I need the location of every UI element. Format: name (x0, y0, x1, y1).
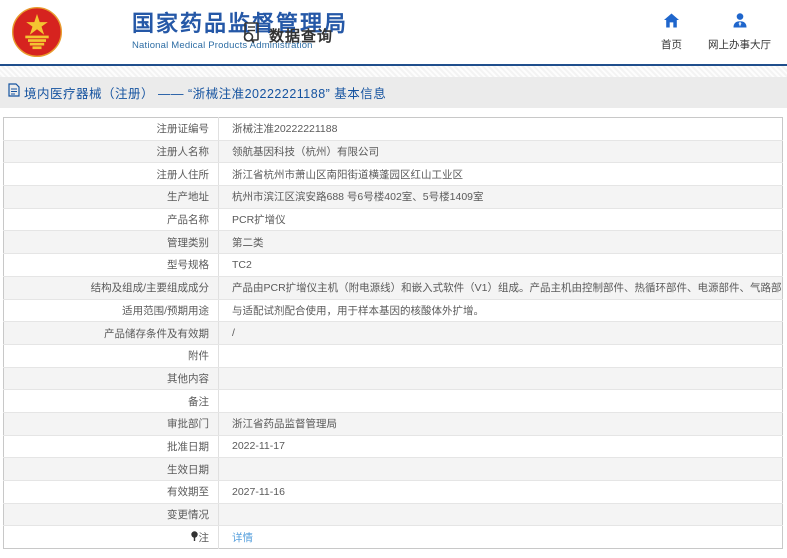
row-value (218, 457, 783, 481)
row-label: 结构及组成/主要组成成分 (3, 276, 219, 300)
row-label: 生产地址 (3, 185, 219, 209)
row-label: 型号规格 (3, 253, 219, 277)
table-row: 产品名称 PCR扩增仪 (3, 208, 783, 232)
row-value (218, 503, 783, 527)
top-nav: 首页 网上办事大厅 (661, 13, 771, 52)
row-label: 适用范围/预期用途 (3, 299, 219, 323)
registration-info-table: 注册证编号 浙械注准20222221188 注册人名称 领航基因科技（杭州）有限… (3, 117, 783, 550)
row-value: 浙械注准20222221188 (218, 117, 783, 141)
nav-item-home[interactable]: 首页 (661, 13, 682, 52)
table-row: 附件 (3, 344, 783, 368)
row-value (218, 389, 783, 413)
page-title: 境内医疗器械（注册） —— “浙械注准20222221188” 基本信息 (24, 87, 387, 101)
row-label: 备注 (3, 389, 219, 413)
row-value (218, 344, 783, 368)
row-label: 生效日期 (3, 457, 219, 481)
row-label: 审批部门 (3, 412, 219, 436)
table-row: 备注 (3, 389, 783, 413)
hatch-strip (0, 66, 787, 77)
row-value: / (218, 321, 783, 345)
row-value: 领航基因科技（杭州）有限公司 (218, 140, 783, 164)
row-value: 2022-11-17 (218, 435, 783, 459)
data-query-section[interactable]: 数据查询 (241, 21, 333, 49)
breadcrumb: 境内医疗器械（注册） —— “浙械注准20222221188” 基本信息 (0, 77, 787, 108)
row-value: 第二类 (218, 230, 783, 255)
row-value: 与适配试剂配合使用，用于样本基因的核酸体外扩增。 (218, 299, 783, 323)
row-value: 浙江省药品监督管理局 (218, 412, 783, 436)
row-label: 产品名称 (3, 208, 219, 232)
row-label: 管理类别 (3, 230, 219, 255)
row-value: TC2 (218, 253, 783, 277)
row-value: 产品由PCR扩增仪主机（附电源线）和嵌入式软件（V1）组成。产品主机由控制部件、… (218, 276, 783, 300)
user-icon (732, 13, 748, 33)
table-row: 型号规格 TC2 (3, 253, 783, 277)
national-emblem-logo (10, 5, 64, 59)
table-row: 生效日期 (3, 457, 783, 481)
table-row: 生产地址 杭州市滨江区滨安路688 号6号楼402室、5号楼1409室 (3, 185, 783, 209)
table-row: 审批部门 浙江省药品监督管理局 (3, 412, 783, 436)
row-value: 2027-11-16 (218, 480, 783, 504)
row-value (218, 367, 783, 391)
row-label: 有效期至 (3, 480, 219, 504)
table-row: 注册人住所 浙江省杭州市萧山区南阳街道横蓬园区红山工业区 (3, 162, 783, 187)
table-row: 注册证编号 浙械注准20222221188 (3, 117, 783, 141)
table-row: 注 详情 (3, 525, 783, 549)
page-header: 国家药品监督管理局 National Medical Products Admi… (0, 0, 787, 64)
nav-item-service-hall[interactable]: 网上办事大厅 (708, 13, 771, 52)
table-row: 结构及组成/主要组成成分 产品由PCR扩增仪主机（附电源线）和嵌入式软件（V1）… (3, 276, 783, 300)
row-value: PCR扩增仪 (218, 208, 783, 232)
nav-home-label: 首页 (661, 39, 682, 51)
document-icon (8, 83, 20, 102)
row-label: 变更情况 (3, 503, 219, 527)
nav-service-hall-label: 网上办事大厅 (708, 39, 771, 51)
note-icon (190, 531, 198, 545)
home-icon (663, 13, 680, 33)
note-label: 注 (198, 531, 210, 544)
row-label: 注册证编号 (3, 117, 219, 141)
row-label-note: 注 (3, 525, 219, 549)
data-query-label: 数据查询 (269, 27, 334, 45)
table-row: 注册人名称 领航基因科技（杭州）有限公司 (3, 140, 783, 164)
table-row: 管理类别 第二类 (3, 230, 783, 255)
row-label: 附件 (3, 344, 219, 368)
table-row: 变更情况 (3, 503, 783, 527)
table-row: 产品储存条件及有效期 / (3, 321, 783, 345)
row-label: 注册人名称 (3, 140, 219, 164)
row-label: 其他内容 (3, 367, 219, 391)
row-value: 杭州市滨江区滨安路688 号6号楼402室、5号楼1409室 (218, 185, 783, 209)
spacer (0, 108, 787, 117)
row-label: 注册人住所 (3, 162, 219, 187)
table-row: 适用范围/预期用途 与适配试剂配合使用，用于样本基因的核酸体外扩增。 (3, 299, 783, 323)
row-label: 产品储存条件及有效期 (3, 321, 219, 345)
table-row: 其他内容 (3, 367, 783, 391)
row-value: 浙江省杭州市萧山区南阳街道横蓬园区红山工业区 (218, 162, 783, 187)
details-link[interactable]: 详情 (232, 532, 253, 544)
table-row: 批准日期 2022-11-17 (3, 435, 783, 459)
document-search-icon (241, 21, 264, 49)
table-row: 有效期至 2027-11-16 (3, 480, 783, 504)
row-label: 批准日期 (3, 435, 219, 459)
row-value: 详情 (219, 526, 783, 549)
